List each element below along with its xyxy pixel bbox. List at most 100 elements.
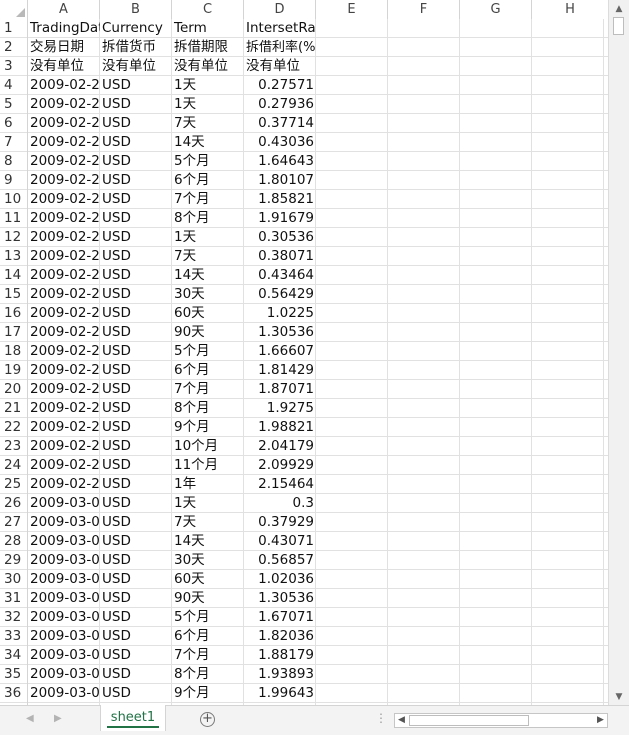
cell-b[interactable]: USD: [100, 361, 172, 380]
row-header[interactable]: 10: [0, 190, 27, 209]
column-header-c[interactable]: C: [172, 0, 244, 19]
cell-b[interactable]: USD: [100, 532, 172, 551]
column-header-e[interactable]: E: [316, 0, 388, 19]
cell-d[interactable]: 2.09929: [244, 456, 316, 475]
cell-d[interactable]: 2.15464: [244, 475, 316, 494]
scroll-down-icon[interactable]: ▼: [612, 690, 626, 704]
cell-c[interactable]: 6个月: [172, 627, 244, 646]
cell-a[interactable]: 2009-02-2: [28, 361, 100, 380]
cell-a[interactable]: 2009-03-0: [28, 551, 100, 570]
cell-c[interactable]: 5个月: [172, 342, 244, 361]
cell-d[interactable]: 0.27571: [244, 76, 316, 95]
sheet-tab-sheet1[interactable]: sheet1: [100, 705, 166, 731]
cell-b[interactable]: USD: [100, 494, 172, 513]
row-header[interactable]: 21: [0, 399, 27, 418]
cell-c[interactable]: 1天: [172, 95, 244, 114]
cell-d[interactable]: IntersetRate: [244, 19, 316, 38]
cell-a[interactable]: 2009-03-0: [28, 646, 100, 665]
cell-d[interactable]: 1.85821: [244, 190, 316, 209]
cell-b[interactable]: Currency: [100, 19, 172, 38]
row-header[interactable]: 18: [0, 342, 27, 361]
cell-c[interactable]: 7个月: [172, 646, 244, 665]
cell-c[interactable]: 7个月: [172, 380, 244, 399]
row-header[interactable]: 25: [0, 475, 27, 494]
cell-d[interactable]: 1.67071: [244, 608, 316, 627]
column-header-f[interactable]: F: [388, 0, 460, 19]
row-header[interactable]: 14: [0, 266, 27, 285]
cell-c[interactable]: 7天: [172, 114, 244, 133]
cell-b[interactable]: USD: [100, 551, 172, 570]
row-header[interactable]: 32: [0, 608, 27, 627]
cell-a[interactable]: 2009-02-2: [28, 114, 100, 133]
cell-d[interactable]: 拆借利率(%): [244, 38, 316, 57]
cell-d[interactable]: 0.38071: [244, 247, 316, 266]
scroll-left-icon[interactable]: ◀: [395, 714, 408, 727]
column-header-g[interactable]: G: [460, 0, 532, 19]
next-sheet-icon[interactable]: ▶: [54, 713, 62, 724]
cell-a[interactable]: 2009-02-2: [28, 95, 100, 114]
cell-a[interactable]: 2009-03-0: [28, 589, 100, 608]
cell-c[interactable]: 1天: [172, 228, 244, 247]
select-all-corner[interactable]: [0, 0, 28, 19]
cell-d[interactable]: 1.0225: [244, 304, 316, 323]
cell-a[interactable]: 2009-02-2: [28, 323, 100, 342]
cell-b[interactable]: USD: [100, 684, 172, 703]
cell-a[interactable]: 2009-03-0: [28, 684, 100, 703]
cell-c[interactable]: 1年: [172, 475, 244, 494]
cell-a[interactable]: 2009-03-0: [28, 608, 100, 627]
row-header[interactable]: 33: [0, 627, 27, 646]
vertical-scroll-thumb[interactable]: [613, 17, 624, 35]
cell-c[interactable]: 9个月: [172, 418, 244, 437]
cell-d[interactable]: 0.3: [244, 494, 316, 513]
column-header-a[interactable]: A: [28, 0, 100, 19]
cell-d[interactable]: 0.43036: [244, 133, 316, 152]
cell-b[interactable]: USD: [100, 304, 172, 323]
cell-b[interactable]: USD: [100, 247, 172, 266]
cell-a[interactable]: 2009-02-2: [28, 247, 100, 266]
row-header[interactable]: 31: [0, 589, 27, 608]
cell-b[interactable]: USD: [100, 513, 172, 532]
cell-d[interactable]: 1.98821: [244, 418, 316, 437]
cell-a[interactable]: 2009-02-2: [28, 437, 100, 456]
cell-b[interactable]: 没有单位: [100, 57, 172, 76]
cell-a[interactable]: 2009-02-2: [28, 76, 100, 95]
cell-a[interactable]: 2009-02-2: [28, 456, 100, 475]
cell-c[interactable]: 9个月: [172, 684, 244, 703]
row-header[interactable]: 3: [0, 57, 27, 76]
row-header[interactable]: 23: [0, 437, 27, 456]
cell-c[interactable]: 6个月: [172, 361, 244, 380]
cell-a[interactable]: 2009-02-2: [28, 475, 100, 494]
cell-b[interactable]: USD: [100, 380, 172, 399]
cell-d[interactable]: 0.37714: [244, 114, 316, 133]
row-header[interactable]: 30: [0, 570, 27, 589]
cell-c[interactable]: 30天: [172, 551, 244, 570]
row-header[interactable]: 6: [0, 114, 27, 133]
cell-d[interactable]: 1.93893: [244, 665, 316, 684]
row-header[interactable]: 22: [0, 418, 27, 437]
cell-c[interactable]: 1天: [172, 76, 244, 95]
scroll-up-icon[interactable]: ▲: [612, 2, 626, 16]
row-header[interactable]: 12: [0, 228, 27, 247]
cell-c[interactable]: 14天: [172, 266, 244, 285]
row-header[interactable]: 27: [0, 513, 27, 532]
cell-a[interactable]: 2009-02-2: [28, 418, 100, 437]
column-header-d[interactable]: D: [244, 0, 316, 19]
cell-a[interactable]: 2009-02-2: [28, 304, 100, 323]
cell-a[interactable]: 2009-02-2: [28, 152, 100, 171]
row-header[interactable]: 13: [0, 247, 27, 266]
cell-a[interactable]: 2009-02-2: [28, 266, 100, 285]
row-header[interactable]: 5: [0, 95, 27, 114]
cell-b[interactable]: USD: [100, 171, 172, 190]
cell-a[interactable]: 2009-02-2: [28, 133, 100, 152]
cell-b[interactable]: USD: [100, 342, 172, 361]
cell-d[interactable]: 1.82036: [244, 627, 316, 646]
row-header[interactable]: 9: [0, 171, 27, 190]
cell-a[interactable]: 没有单位: [28, 57, 100, 76]
cell-c[interactable]: 拆借期限: [172, 38, 244, 57]
cell-b[interactable]: USD: [100, 228, 172, 247]
cell-c[interactable]: 没有单位: [172, 57, 244, 76]
cell-c[interactable]: 90天: [172, 589, 244, 608]
cell-c[interactable]: 60天: [172, 570, 244, 589]
cell-b[interactable]: USD: [100, 456, 172, 475]
options-dots-icon[interactable]: ⋮: [375, 711, 387, 725]
